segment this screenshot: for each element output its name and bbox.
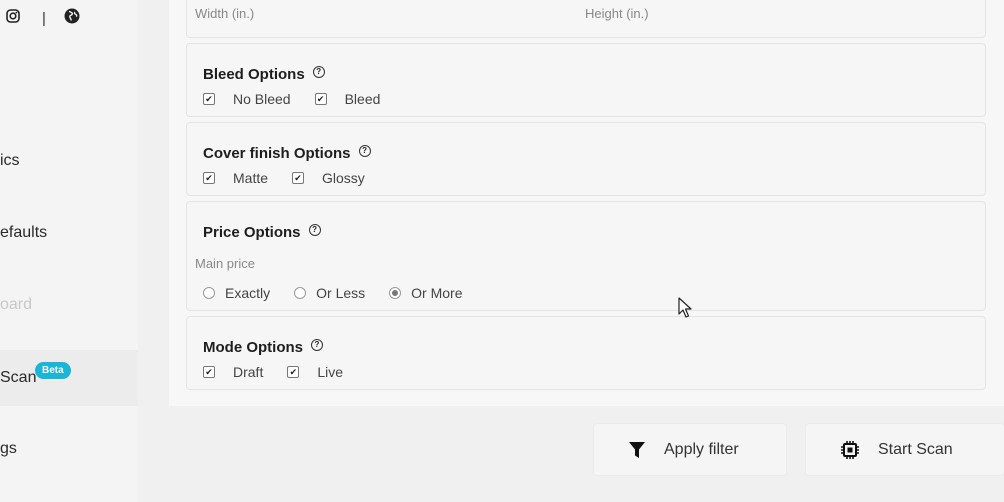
draft-checkbox[interactable]: ✔ xyxy=(203,366,215,378)
start-scan-button[interactable]: Start Scan xyxy=(805,423,1004,476)
draft-label: Draft xyxy=(233,364,264,380)
filter-icon xyxy=(629,441,645,458)
bleed-label: Bleed xyxy=(344,91,381,107)
cover-finish-options-list: ✔ Matte ✔ Glossy xyxy=(203,170,389,186)
sidebar-item-label: ics xyxy=(0,152,20,169)
card-title-text: Price Options xyxy=(203,224,301,241)
sidebar-item-ics[interactable]: ics xyxy=(0,133,138,189)
help-icon[interactable]: ? xyxy=(358,144,371,157)
glossy-checkbox[interactable]: ✔ xyxy=(292,172,305,184)
price-options-title: Price Options ? xyxy=(203,223,321,241)
exactly-radio[interactable] xyxy=(203,287,215,299)
globe-icon[interactable] xyxy=(64,8,80,29)
bleed-options-title: Bleed Options ? xyxy=(203,65,325,83)
sidebar-item-label: Scan xyxy=(0,369,37,386)
matte-label: Matte xyxy=(233,170,269,186)
price-options-card: Price Options ? Main price Exactly Or Le… xyxy=(186,201,986,311)
apply-filter-button[interactable]: Apply filter xyxy=(593,423,787,476)
height-label: Height (in.) xyxy=(585,6,649,21)
sidebar-item-efaults[interactable]: efaults xyxy=(0,205,138,261)
width-label: Width (in.) xyxy=(195,6,255,21)
sidebar-item-gs[interactable]: gs xyxy=(0,421,138,477)
or-less-radio[interactable] xyxy=(294,287,307,299)
bleed-options-list: ✔ No Bleed ✔ Bleed xyxy=(203,91,404,107)
glossy-label: Glossy xyxy=(322,170,365,186)
social-separator: | xyxy=(42,10,46,27)
help-icon[interactable]: ? xyxy=(308,223,321,236)
sidebar-item-oard[interactable]: oard xyxy=(0,277,138,333)
beta-badge: Beta xyxy=(35,362,71,379)
price-options-list: Exactly Or Less Or More xyxy=(203,285,486,301)
no-bleed-label: No Bleed xyxy=(233,91,291,107)
help-icon[interactable]: ? xyxy=(311,338,323,351)
chip-icon xyxy=(841,440,859,459)
sidebar-item-label: efaults xyxy=(0,224,48,241)
dimensions-card: Width (in.) Height (in.) xyxy=(186,0,986,38)
cover-finish-options-title: Cover finish Options ? xyxy=(203,144,371,162)
bleed-options-card: Bleed Options ? ✔ No Bleed ✔ Bleed xyxy=(186,43,986,117)
mode-options-list: ✔ Draft ✔ Live xyxy=(203,364,367,380)
or-more-radio[interactable] xyxy=(389,287,402,299)
live-label: Live xyxy=(317,364,344,380)
instagram-icon[interactable] xyxy=(6,9,20,28)
exactly-label: Exactly xyxy=(225,285,271,301)
live-checkbox[interactable]: ✔ xyxy=(287,366,300,378)
main-price-label: Main price xyxy=(195,256,255,271)
help-icon[interactable]: ? xyxy=(312,65,325,78)
sidebar-item-label: gs xyxy=(0,440,17,457)
social-links: | xyxy=(6,8,80,29)
apply-filter-label: Apply filter xyxy=(664,440,739,458)
sidebar-item-scan[interactable]: Scan Beta xyxy=(0,350,138,406)
mode-options-title: Mode Options ? xyxy=(203,338,323,356)
bleed-checkbox[interactable]: ✔ xyxy=(314,93,327,105)
card-title-text: Mode Options xyxy=(203,339,303,356)
mouse-cursor-icon xyxy=(678,297,692,323)
cover-finish-options-card: Cover finish Options ? ✔ Matte ✔ Glossy xyxy=(186,122,986,196)
sidebar: | ics efaults oard Scan Beta gs xyxy=(0,0,138,502)
sidebar-item-label: oard xyxy=(0,296,33,313)
start-scan-label: Start Scan xyxy=(878,440,953,458)
card-title-text: Bleed Options xyxy=(203,66,305,83)
no-bleed-checkbox[interactable]: ✔ xyxy=(203,93,215,105)
mode-options-card: Mode Options ? ✔ Draft ✔ Live xyxy=(186,316,986,390)
card-title-text: Cover finish Options xyxy=(203,145,351,162)
or-less-label: Or Less xyxy=(316,285,366,301)
matte-checkbox[interactable]: ✔ xyxy=(203,172,215,184)
or-more-label: Or More xyxy=(411,285,463,301)
